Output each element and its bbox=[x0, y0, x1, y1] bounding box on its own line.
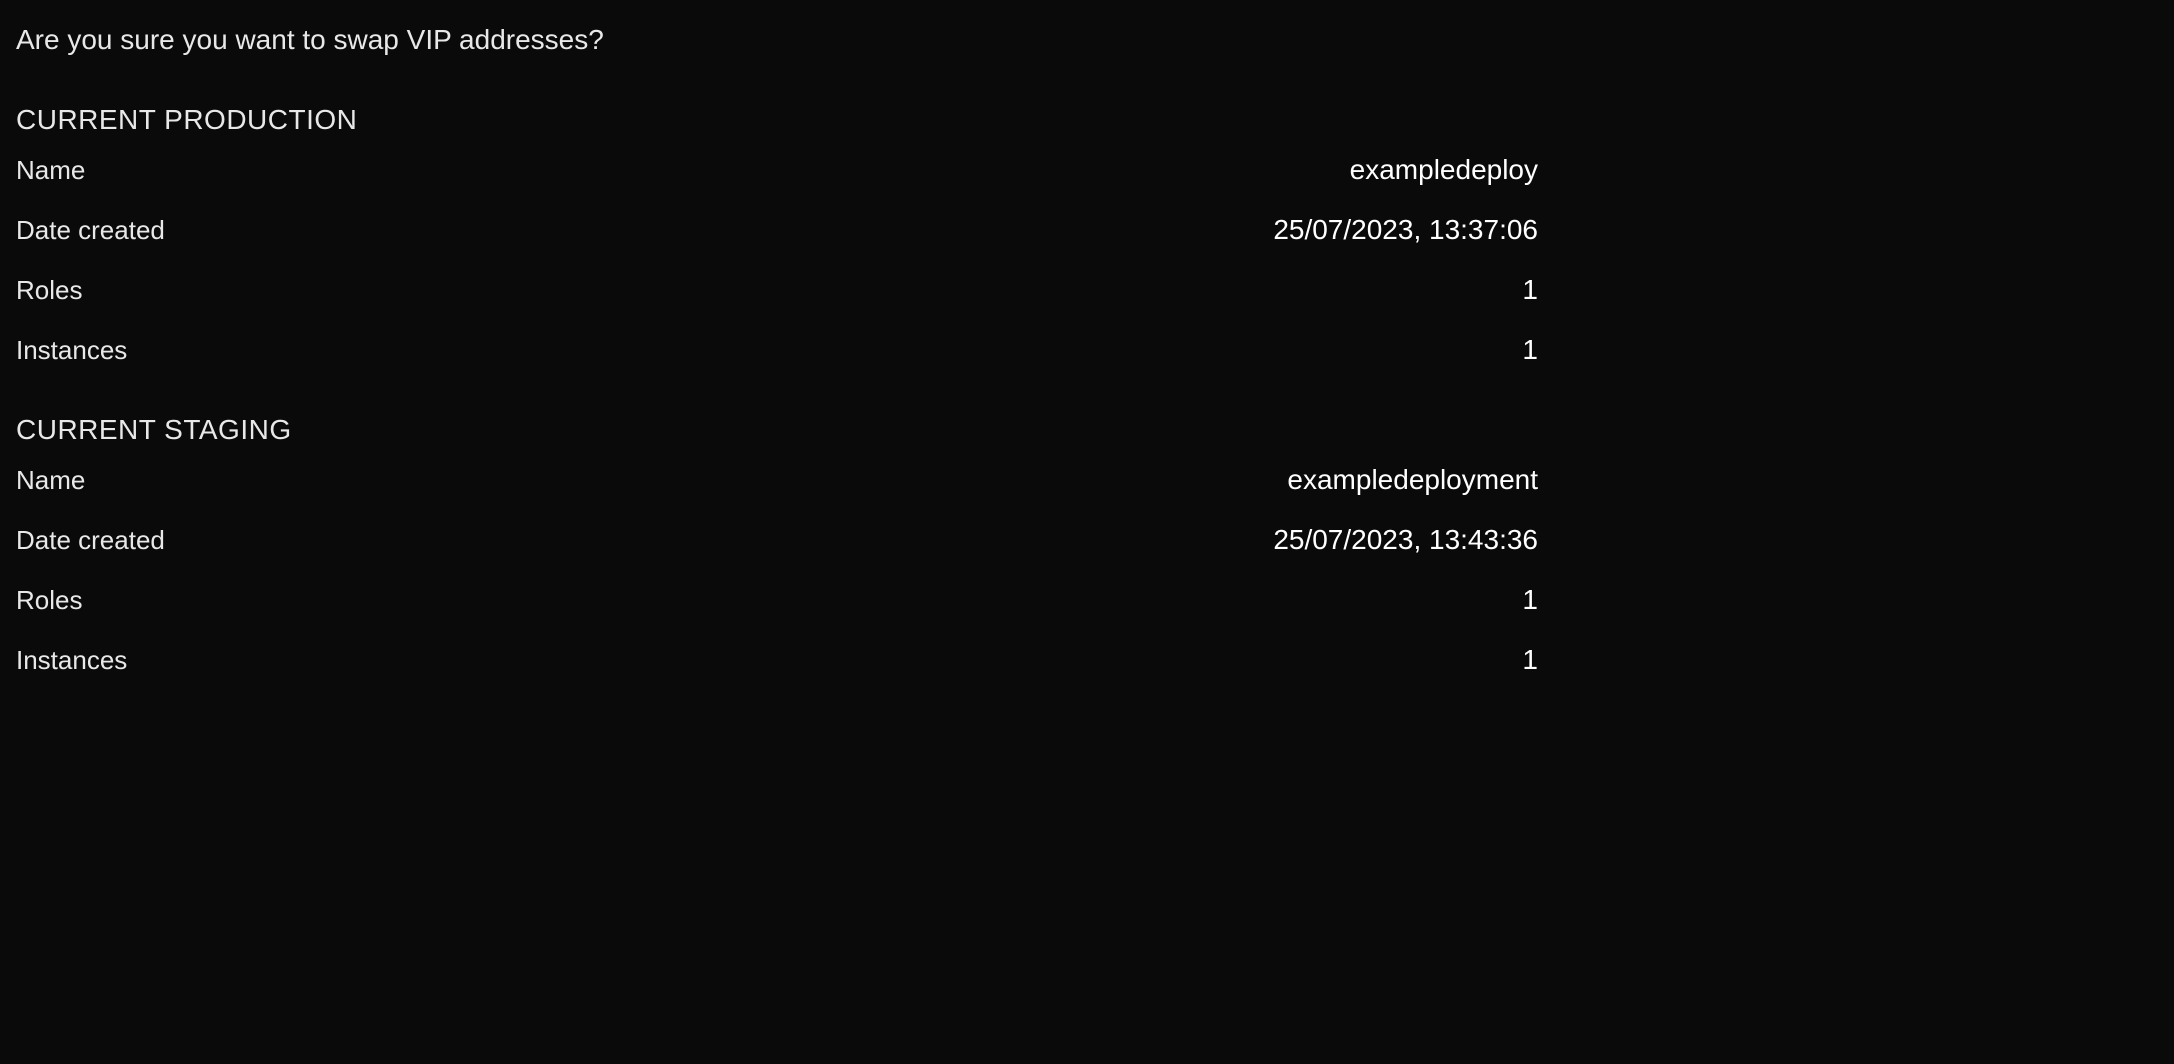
production-name-row: Name exampledeploy bbox=[16, 154, 2158, 186]
production-instances-value: 1 bbox=[1522, 334, 1538, 366]
production-roles-label: Roles bbox=[16, 275, 82, 306]
staging-name-value: exampledeployment bbox=[1287, 464, 1538, 496]
production-name-value: exampledeploy bbox=[1350, 154, 1538, 186]
staging-instances-label: Instances bbox=[16, 645, 127, 676]
production-date-row: Date created 25/07/2023, 13:37:06 bbox=[16, 214, 2158, 246]
production-name-label: Name bbox=[16, 155, 85, 186]
staging-header: CURRENT STAGING bbox=[16, 414, 2158, 446]
staging-date-label: Date created bbox=[16, 525, 165, 556]
production-date-value: 25/07/2023, 13:37:06 bbox=[1273, 214, 1538, 246]
production-instances-row: Instances 1 bbox=[16, 334, 2158, 366]
production-section: CURRENT PRODUCTION Name exampledeploy Da… bbox=[16, 104, 2158, 366]
staging-date-value: 25/07/2023, 13:43:36 bbox=[1273, 524, 1538, 556]
confirm-message: Are you sure you want to swap VIP addres… bbox=[16, 24, 2158, 56]
production-header: CURRENT PRODUCTION bbox=[16, 104, 2158, 136]
staging-instances-row: Instances 1 bbox=[16, 644, 2158, 676]
staging-date-row: Date created 25/07/2023, 13:43:36 bbox=[16, 524, 2158, 556]
production-roles-row: Roles 1 bbox=[16, 274, 2158, 306]
staging-instances-value: 1 bbox=[1522, 644, 1538, 676]
production-roles-value: 1 bbox=[1522, 274, 1538, 306]
staging-name-label: Name bbox=[16, 465, 85, 496]
staging-roles-row: Roles 1 bbox=[16, 584, 2158, 616]
staging-roles-label: Roles bbox=[16, 585, 82, 616]
staging-name-row: Name exampledeployment bbox=[16, 464, 2158, 496]
staging-section: CURRENT STAGING Name exampledeployment D… bbox=[16, 414, 2158, 676]
production-instances-label: Instances bbox=[16, 335, 127, 366]
staging-roles-value: 1 bbox=[1522, 584, 1538, 616]
production-date-label: Date created bbox=[16, 215, 165, 246]
